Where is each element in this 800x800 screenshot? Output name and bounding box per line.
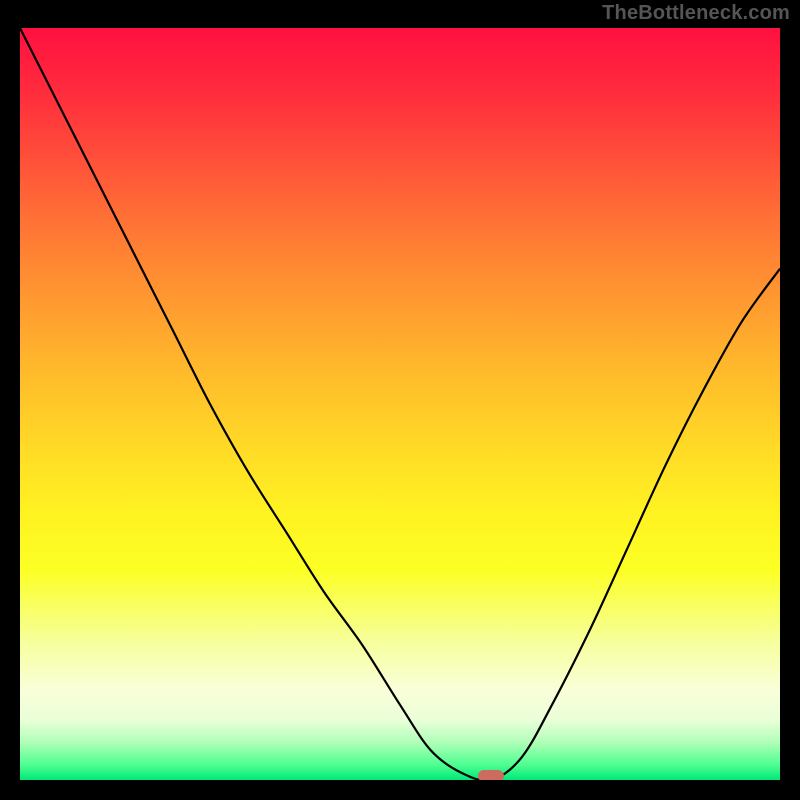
plot-area (20, 28, 780, 780)
bottleneck-curve (20, 28, 780, 780)
chart-frame: TheBottleneck.com (0, 0, 800, 800)
watermark-text: TheBottleneck.com (602, 2, 790, 25)
minimum-marker (478, 770, 504, 780)
curve-line (20, 28, 780, 780)
